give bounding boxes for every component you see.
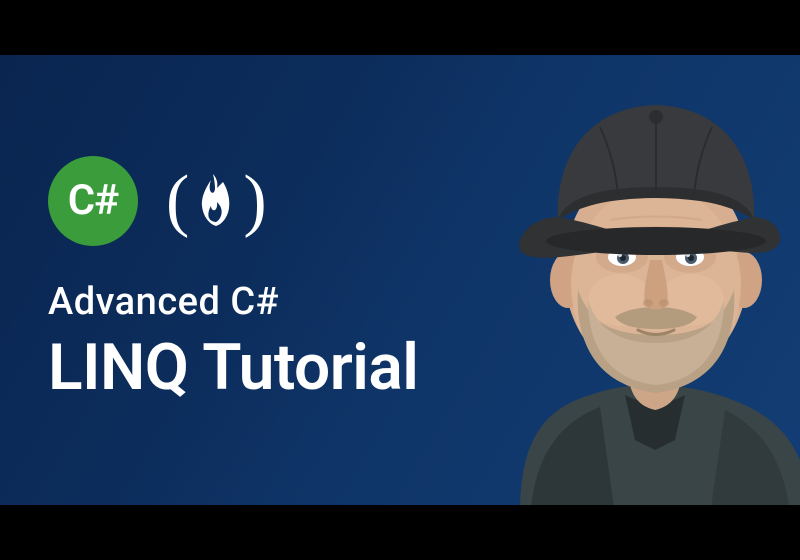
video-thumbnail[interactable]: C# ( ) Advanced C# LINQ Tutorial — [0, 55, 800, 505]
thumbnail-text-block: C# ( ) Advanced C# LINQ Tutorial — [48, 55, 478, 505]
letterbox-bottom — [0, 505, 800, 560]
thumbnail-subtitle: Advanced C# — [48, 280, 478, 324]
flame-icon — [193, 172, 239, 230]
thumbnail-title: LINQ Tutorial — [48, 330, 478, 405]
paren-left-icon: ( — [166, 166, 189, 236]
paren-right-icon: ) — [243, 166, 266, 236]
logo-row: C# ( ) — [48, 156, 478, 246]
csharp-badge-label: C# — [68, 176, 119, 225]
csharp-badge-icon: C# — [48, 156, 138, 246]
letterbox-top — [0, 0, 800, 55]
presenter-photo — [480, 55, 800, 505]
freecodecamp-logo-icon: ( ) — [166, 166, 267, 236]
